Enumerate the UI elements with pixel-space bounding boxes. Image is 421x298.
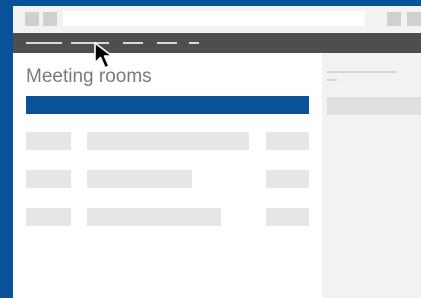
menu-item-5[interactable] [189, 42, 199, 44]
close-icon[interactable] [407, 12, 421, 26]
nav-forward-icon[interactable] [43, 12, 57, 26]
browser-window: Meeting rooms [13, 6, 421, 298]
page-title: Meeting rooms [26, 66, 152, 87]
address-bar-input[interactable] [63, 11, 365, 26]
menu-item-4[interactable] [157, 42, 177, 44]
section-header-bar [26, 96, 309, 114]
main-content: Meeting rooms [13, 53, 322, 298]
room-row-2-details [87, 170, 192, 188]
desktop-background: Meeting rooms [0, 0, 421, 298]
room-row-1-name[interactable] [26, 132, 71, 150]
room-row-2-action[interactable] [266, 170, 309, 188]
room-row-1-action[interactable] [266, 132, 309, 150]
window-titlebar [13, 6, 421, 33]
menu-item-1[interactable] [26, 42, 62, 44]
room-row-2-name[interactable] [26, 170, 71, 188]
side-panel-heading [327, 71, 397, 73]
minimize-icon[interactable] [387, 12, 401, 26]
room-row-3-name[interactable] [26, 208, 71, 226]
nav-back-icon[interactable] [25, 12, 39, 26]
room-row-3-details [87, 208, 221, 226]
top-menu-bar [13, 33, 421, 53]
room-row-1-details [87, 132, 249, 150]
side-panel-block[interactable] [327, 97, 421, 115]
menu-item-3[interactable] [123, 42, 143, 44]
right-side-panel [322, 53, 421, 298]
side-panel-subheading [327, 79, 337, 81]
arrow-cursor-icon [94, 42, 113, 69]
room-row-3-action[interactable] [266, 208, 309, 226]
